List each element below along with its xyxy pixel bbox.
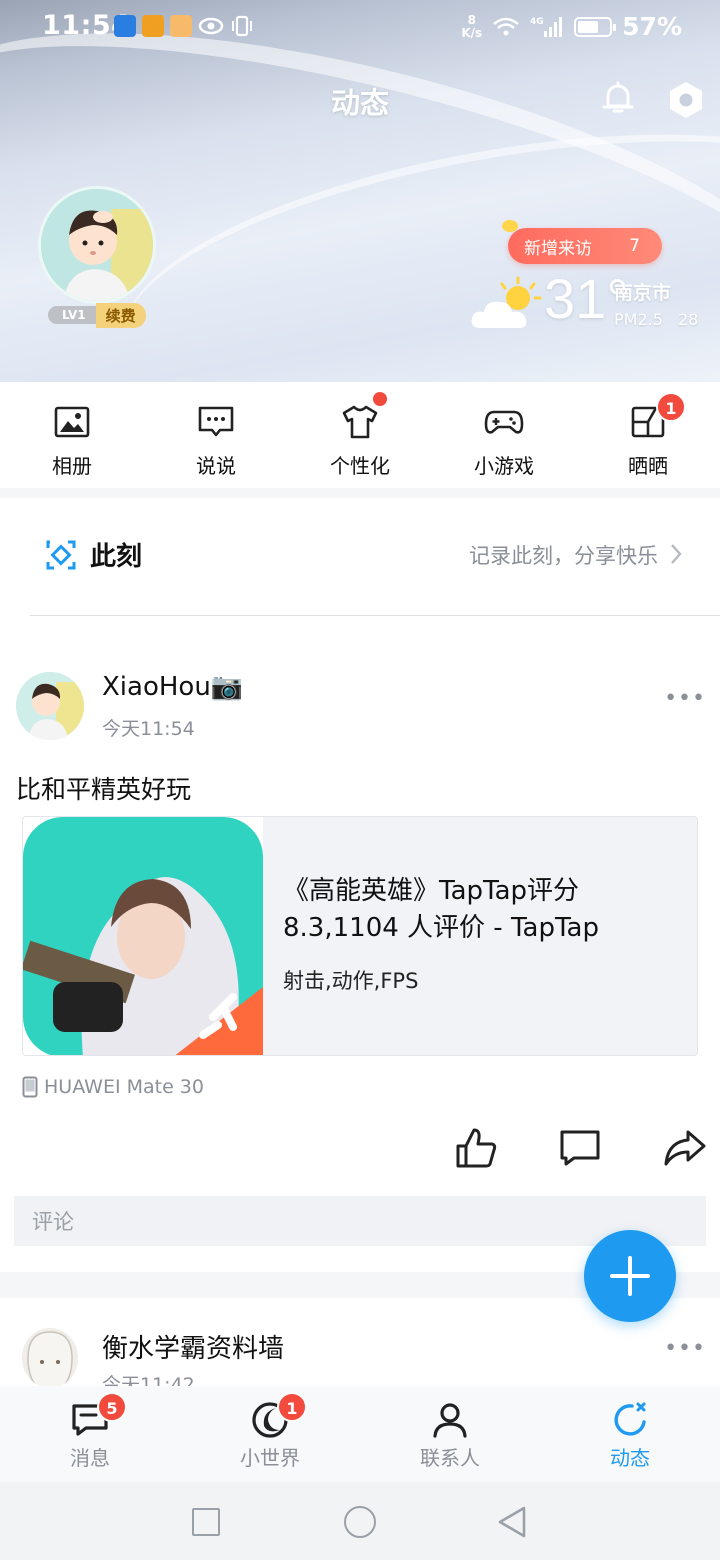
post-time: 今天11:54 bbox=[102, 718, 195, 740]
moment-title: 此刻 bbox=[90, 542, 143, 572]
author-avatar[interactable] bbox=[22, 1328, 78, 1388]
more-options-icon[interactable]: ••• bbox=[664, 1336, 706, 1361]
signal-icon: 4G bbox=[530, 16, 563, 37]
tab-label: 联系人 bbox=[420, 1446, 480, 1470]
status-right: 8 K/s 4G 57% bbox=[461, 12, 682, 41]
level-text: LV1 bbox=[48, 306, 96, 324]
comment-icon[interactable] bbox=[558, 1126, 602, 1170]
quick-action-label: 相册 bbox=[52, 454, 92, 478]
tab-label: 消息 bbox=[70, 1446, 110, 1470]
game-artwork bbox=[23, 817, 263, 1055]
tab-small-world[interactable]: 小世界 1 bbox=[180, 1386, 360, 1482]
person-icon bbox=[433, 1403, 467, 1438]
author-name[interactable]: XiaoHou📷 bbox=[102, 672, 243, 702]
wifi-icon bbox=[493, 17, 519, 35]
renew-label: 续费 bbox=[95, 302, 146, 328]
profile-header: 11:54 8 K/s 4G 57% 动态 LV1 续费 新增来访 7 31° … bbox=[0, 0, 720, 382]
tab-feed[interactable]: 动态 bbox=[540, 1386, 720, 1482]
tab-label: 动态 bbox=[610, 1446, 650, 1470]
moment-subtitle: 记录此刻，分享快乐 bbox=[469, 544, 658, 568]
chat-bubble-icon bbox=[198, 406, 234, 437]
system-nav-bar bbox=[0, 1482, 720, 1560]
visitor-label: 新增来访 bbox=[524, 238, 592, 259]
device-name: HUAWEI Mate 30 bbox=[44, 1076, 204, 1098]
quick-action-shaishai[interactable]: 晒晒 1 bbox=[576, 382, 720, 488]
vibrate-icon bbox=[232, 15, 252, 37]
tab-messages[interactable]: 消息 5 bbox=[0, 1386, 180, 1482]
settings-hexagon-icon[interactable] bbox=[666, 80, 706, 120]
shared-link-tags: 射击,动作,FPS bbox=[283, 969, 419, 993]
new-visitors-pill[interactable]: 新增来访 7 bbox=[502, 220, 662, 264]
quick-actions-bar: 相册 说说 个性化 小游戏 晒晒 1 bbox=[0, 382, 720, 488]
avatar-illustration bbox=[41, 189, 153, 301]
feed-post: XiaoHou📷 今天11:54 ••• 比和平精英好玩 《高能英雄》TapTa… bbox=[0, 616, 720, 1272]
home-button[interactable] bbox=[344, 1506, 376, 1538]
create-post-button[interactable] bbox=[584, 1230, 676, 1322]
status-bar: 11:54 8 K/s 4G 57% bbox=[0, 0, 720, 56]
more-options-icon[interactable]: ••• bbox=[664, 686, 706, 711]
bell-icon[interactable] bbox=[598, 78, 638, 118]
quick-action-label: 小游戏 bbox=[474, 454, 534, 478]
count-badge: 1 bbox=[277, 1392, 307, 1422]
tab-contacts[interactable]: 联系人 bbox=[360, 1386, 540, 1482]
quick-action-minigame[interactable]: 小游戏 bbox=[432, 382, 576, 488]
shared-link-title: 《高能英雄》TapTap评分8.3,1104 人评价 - TapTap bbox=[283, 876, 599, 943]
like-thumb-icon[interactable] bbox=[454, 1126, 498, 1170]
battery-icon bbox=[574, 16, 617, 37]
share-icon[interactable] bbox=[662, 1126, 706, 1170]
vip-level-badge[interactable]: LV1 续费 bbox=[48, 302, 146, 328]
shirt-icon bbox=[342, 405, 378, 439]
quick-action-personalize[interactable]: 个性化 bbox=[288, 382, 432, 488]
game-app-icon bbox=[170, 15, 192, 37]
quick-action-label: 个性化 bbox=[330, 454, 390, 478]
partly-sunny-icon bbox=[471, 276, 542, 328]
chevron-right-icon bbox=[671, 544, 682, 564]
plus-icon bbox=[610, 1256, 650, 1296]
shared-link-card[interactable]: 《高能英雄》TapTap评分8.3,1104 人评价 - TapTap 射击,动… bbox=[22, 816, 698, 1056]
post-text: 比和平精英好玩 bbox=[16, 775, 192, 804]
device-label: HUAWEI Mate 30 bbox=[22, 1076, 204, 1098]
post-actions bbox=[454, 1126, 706, 1170]
quick-action-album[interactable]: 相册 bbox=[0, 382, 144, 488]
author-name[interactable]: 衡水学霸资料墙 bbox=[102, 1328, 284, 1365]
visitor-count: 7 bbox=[629, 236, 640, 256]
quick-action-shuoshuo[interactable]: 说说 bbox=[144, 382, 288, 488]
moment-icon bbox=[46, 540, 76, 570]
city-name: 南京市 bbox=[614, 282, 672, 304]
author-avatar[interactable] bbox=[16, 672, 84, 740]
weather-widget[interactable]: 31° 南京市 PM2.5 28 bbox=[470, 267, 710, 336]
count-badge: 1 bbox=[656, 392, 686, 422]
quick-action-label: 说说 bbox=[196, 454, 236, 478]
bottom-tab-bar: 消息 5 小世界 1 联系人 动态 bbox=[0, 1386, 720, 1482]
app-notification-icon bbox=[114, 15, 136, 37]
gamepad-icon bbox=[484, 410, 524, 434]
refresh-star-icon bbox=[614, 1402, 646, 1436]
quick-action-label: 晒晒 bbox=[628, 454, 668, 478]
weibo-icon bbox=[142, 15, 164, 37]
moment-entry[interactable]: 此刻 记录此刻，分享快乐 bbox=[0, 498, 720, 616]
avatar-illustration bbox=[16, 672, 84, 740]
battery-level: 57% bbox=[622, 12, 682, 41]
photo-album-icon bbox=[54, 406, 90, 438]
recents-button[interactable] bbox=[192, 1508, 220, 1536]
back-button[interactable] bbox=[494, 1504, 530, 1540]
svg-text:4G: 4G bbox=[530, 17, 544, 27]
app-thumbnail bbox=[23, 817, 263, 1055]
notification-icons bbox=[114, 15, 254, 37]
pm-value: 28 bbox=[678, 310, 699, 329]
profile-avatar[interactable] bbox=[38, 186, 156, 304]
tab-label: 小世界 bbox=[240, 1446, 300, 1470]
new-dot bbox=[373, 392, 387, 406]
eye-icon bbox=[198, 17, 224, 35]
net-speed: 8 K/s bbox=[461, 12, 483, 40]
count-badge: 5 bbox=[97, 1392, 127, 1422]
phone-icon bbox=[22, 1076, 38, 1098]
pm-label: PM2.5 bbox=[614, 310, 663, 329]
avatar-illustration bbox=[22, 1328, 78, 1388]
